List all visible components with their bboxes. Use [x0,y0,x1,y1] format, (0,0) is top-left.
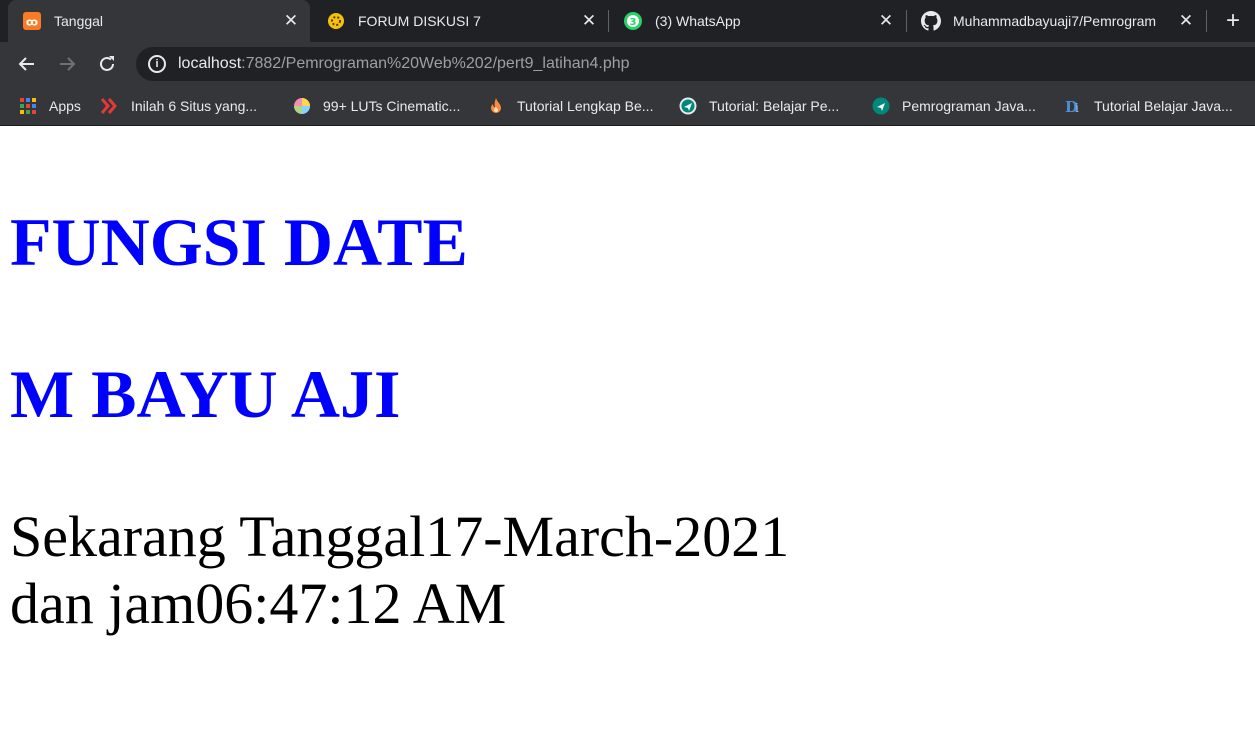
page-heading-fungsi-date: FUNGSI DATE [10,204,468,280]
flame-icon [487,97,505,115]
color-wheel-icon [293,97,311,115]
close-tab-icon[interactable]: ✕ [280,10,302,32]
time-line: dan jam06:47:12 AM [10,571,507,636]
info-icon[interactable]: i [148,55,166,73]
svg-text:ꝏ: ꝏ [26,16,38,29]
petanikode-icon [872,97,890,115]
reload-button[interactable] [93,50,121,78]
bookmark-label: Tutorial Lengkap Be... [517,98,654,114]
toolbar: i localhost:7882/Pemrograman%20Web%202/p… [0,42,1255,86]
github-icon [921,11,941,31]
tab-title: Tanggal [54,13,104,29]
close-tab-icon[interactable]: ✕ [578,10,600,32]
bookmark-apps[interactable]: Apps [19,86,81,126]
back-button[interactable] [13,50,41,78]
tab-strip: ꝏ Tanggal ✕ FORUM DISKUSI 7 ✕ 3 (3) What… [0,0,1255,42]
url-path: :7882/Pemrograman%20Web%202/pert9_latiha… [241,55,630,72]
page-heading-author: M BAYU AJI [10,356,401,432]
forward-arrow-icon [60,57,76,71]
bookmark-label: Tutorial Belajar Java... [1094,98,1233,114]
date-time-paragraph: Sekarang Tanggal17-March-2021 dan jam06:… [10,503,789,637]
bookmark-label: 99+ LUTs Cinematic... [323,98,461,114]
bookmark-label: Pemrograman Java... [902,98,1036,114]
close-tab-icon[interactable]: ✕ [1175,10,1197,32]
xampp-icon: ꝏ [22,11,42,31]
tab-title: (3) WhatsApp [655,13,741,29]
tab-whatsapp[interactable]: 3 (3) WhatsApp ✕ [609,0,905,42]
tab-tanggal[interactable]: ꝏ Tanggal ✕ [8,0,310,42]
bookmarks-bar: Apps Inilah 6 Situs yang... 99+ LUTs Cin… [0,86,1255,126]
bookmark-luts-cinematic[interactable]: 99+ LUTs Cinematic... [293,86,460,126]
back-arrow-icon [18,57,34,71]
forward-button[interactable] [53,50,81,78]
svg-text:3: 3 [630,17,637,28]
tab-title: FORUM DISKUSI 7 [358,13,481,29]
bookmark-label: Tutorial: Belajar Pe... [709,98,840,114]
tab-github[interactable]: Muhammadbayuaji7/Pemrogram ✕ [907,0,1205,42]
bookmark-tutorial-belajar-java[interactable]: Di Tutorial Belajar Java... [1064,86,1233,126]
chevrons-icon [101,97,119,115]
bookmark-label: Apps [49,98,81,114]
apps-grid-icon [19,97,37,115]
bookmark-inilah-6-situs[interactable]: Inilah 6 Situs yang... [101,86,257,126]
bookmark-tutorial-lengkap[interactable]: Tutorial Lengkap Be... [487,86,653,126]
tab-title: Muhammadbayuaji7/Pemrogram [953,13,1157,29]
page-content: FUNGSI DATE M BAYU AJI Sekarang Tanggal1… [0,127,1255,741]
new-tab-button[interactable]: + [1220,7,1246,34]
url-text: localhost:7882/Pemrograman%20Web%202/per… [178,55,630,73]
address-bar[interactable]: i localhost:7882/Pemrograman%20Web%202/p… [136,47,1255,81]
bookmark-tutorial-belajar[interactable]: Tutorial: Belajar Pe... [679,86,839,126]
duniailkom-icon: Di [1064,97,1082,115]
forum-icon [326,11,346,31]
petanikode-icon [679,97,697,115]
url-host: localhost [178,55,242,72]
tab-separator [1206,10,1207,32]
bookmark-pemrograman-java[interactable]: Pemrograman Java... [872,86,1036,126]
date-line: Sekarang Tanggal17-March-2021 [10,504,790,569]
bookmark-label: Inilah 6 Situs yang... [131,98,258,114]
whatsapp-icon: 3 [623,11,643,31]
svg-text:i: i [1075,101,1079,115]
close-tab-icon[interactable]: ✕ [875,10,897,32]
tab-forum-diskusi[interactable]: FORUM DISKUSI 7 ✕ [312,0,608,42]
reload-icon [100,56,114,71]
